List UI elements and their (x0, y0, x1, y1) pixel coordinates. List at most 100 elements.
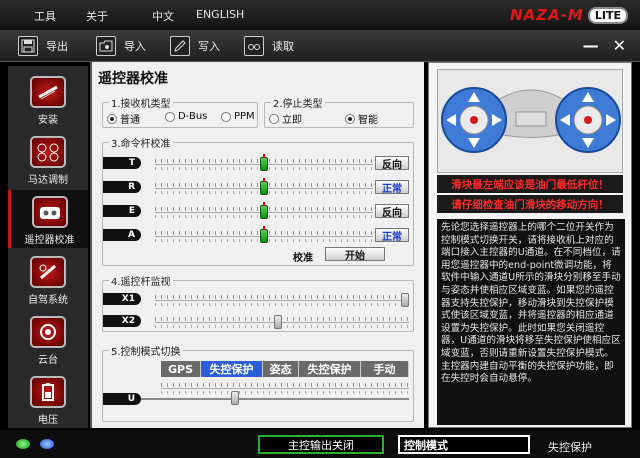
minimize-icon[interactable]: — (583, 36, 599, 55)
pen-icon (170, 36, 190, 56)
start-calibration-button[interactable]: 开始 (325, 247, 385, 262)
write-label: 写入 (198, 40, 220, 53)
rotor-icon (30, 76, 66, 108)
sidebar-item-label: 自驾系统 (28, 295, 68, 306)
gimbal-icon (30, 316, 66, 348)
mode-track (161, 383, 409, 394)
app-logo: NAZA-M LITE (510, 5, 628, 25)
menu-about[interactable]: 关于 (86, 8, 108, 24)
radio-dot (269, 113, 279, 124)
logo-main: NAZA-M (510, 6, 584, 24)
main-panel: 遥控器校准 1.接收机类型 普通 D-Bus PPM 2.停止类型 立即 智能 … (90, 62, 424, 428)
right-stick-icon (555, 87, 621, 153)
receiver-option-normal[interactable]: 普通 (107, 111, 140, 126)
channel-a-slider[interactable] (260, 226, 268, 243)
write-button[interactable]: 写入 (170, 35, 220, 57)
help-panel: 滑块最左端应该是油门最低杆位！ 请仔细检查油门滑块的移动方向！ 先论您选择遥控器… (428, 62, 632, 428)
receiver-type-group: 1.接收机类型 普通 D-Bus PPM (102, 95, 258, 128)
sidebar-item-label: 云台 (38, 355, 58, 366)
sidebar-item-label: 安装 (38, 115, 58, 126)
stop-option-immediate[interactable]: 立即 (269, 111, 302, 126)
stick-monitor-group: 4.遥控杆监视 X1 X2 (102, 273, 414, 332)
sidebar-item-label: 遥控器校准 (24, 235, 75, 246)
receiver-type-label: 1.接收机类型 (109, 95, 173, 110)
mode-segment-manual: 手动 (361, 361, 409, 377)
channel-e-reverse-button[interactable]: 反向 (375, 204, 409, 219)
throttle-warning-1: 滑块最左端应该是油门最低杆位！ (437, 175, 623, 193)
channel-x2-tag: X2 (103, 315, 141, 327)
channel-t-reverse-button[interactable]: 反向 (375, 156, 409, 171)
calibrate-label: 校准 (293, 253, 313, 264)
mode-segment-attitude: 姿态 (263, 361, 299, 377)
channel-x1-slider[interactable] (401, 293, 409, 307)
autopilot-icon (30, 256, 66, 288)
read-label: 读取 (272, 40, 294, 53)
sidebar-item-install[interactable]: 安装 (8, 70, 88, 128)
logo-badge: LITE (587, 6, 628, 24)
mode-segment-failsafe-2: 失控保护 (299, 361, 361, 377)
channel-u-tag: U (103, 393, 141, 405)
receiver-option-ppm[interactable]: PPM (221, 111, 255, 122)
channel-e-slider[interactable] (260, 202, 268, 219)
channel-e-tag: E (103, 205, 141, 217)
glasses-icon (244, 36, 264, 56)
mode-segment-gps: GPS (161, 361, 201, 377)
import-button[interactable]: 导入 (96, 35, 146, 57)
sidebar-item-gimbal[interactable]: 云台 (8, 310, 88, 368)
stick-calibration-label: 3.命令杆校准 (109, 135, 173, 150)
channel-x2-slider[interactable] (274, 315, 282, 329)
sidebar-item-autopilot[interactable]: 自驾系统 (8, 250, 88, 308)
mode-switch-group: 5.控制模式切换 GPS 失控保护 姿态 失控保护 手动 U (102, 343, 414, 422)
status-bar: 主控输出关闭 控制模式 失控保护 (0, 430, 640, 458)
read-button[interactable]: 读取 (244, 35, 294, 57)
window-controls: — ✕ (569, 36, 626, 55)
channel-t-slider[interactable] (260, 154, 268, 171)
menu-chinese[interactable]: 中文 (152, 8, 174, 24)
channel-u-slider[interactable] (231, 391, 240, 405)
motor-icon (30, 136, 66, 168)
stop-option-smart[interactable]: 智能 (345, 111, 378, 126)
radio-dot (165, 111, 175, 122)
sidebar-item-motor[interactable]: 马达调制 (8, 130, 88, 188)
radio-dot (221, 111, 231, 122)
output-status: 主控输出关闭 (258, 435, 384, 454)
status-led-icon (40, 439, 54, 449)
menu-tools[interactable]: 工具 (34, 8, 56, 24)
channel-r-slider[interactable] (260, 178, 268, 195)
connection-led-icon (16, 439, 30, 449)
import-label: 导入 (124, 40, 146, 53)
channel-a-tag: A (103, 229, 141, 241)
left-stick-icon (441, 87, 507, 153)
menu-english[interactable]: ENGLISH (196, 8, 244, 21)
floppy-icon (18, 36, 38, 56)
sidebar-item-voltage[interactable]: 电压 (8, 370, 88, 428)
control-mode-value: 失控保护 (548, 441, 592, 454)
radio-dot (345, 113, 355, 124)
throttle-warning-2: 请仔细检查油门滑块的移动方向！ (437, 195, 623, 213)
transmitter-image (437, 69, 623, 173)
export-button[interactable]: 导出 (18, 35, 68, 57)
remote-icon (31, 196, 68, 228)
receiver-option-dbus[interactable]: D-Bus (165, 111, 207, 122)
close-icon[interactable]: ✕ (613, 36, 626, 55)
stop-type-label: 2.停止类型 (271, 95, 325, 110)
mode-switch-label: 5.控制模式切换 (109, 343, 183, 358)
channel-r-normal-button[interactable]: 正常 (375, 180, 409, 195)
channel-a-normal-button[interactable]: 正常 (375, 228, 409, 243)
toolbar: 导出 导入 写入 读取 — ✕ (0, 30, 640, 62)
mode-segment-failsafe-1: 失控保护 (201, 361, 263, 377)
channel-t-tag: T (103, 157, 141, 169)
mode-segment-bar: GPS 失控保护 姿态 失控保护 手动 (161, 361, 409, 377)
sidebar-item-remote[interactable]: 遥控器校准 (8, 190, 88, 248)
page-title: 遥控器校准 (98, 71, 168, 87)
control-mode-label: 控制模式 (398, 435, 530, 454)
folder-icon (96, 36, 116, 56)
sidebar-item-label: 马达调制 (28, 175, 68, 186)
channel-x2-track (155, 317, 409, 328)
channel-x1-track (155, 295, 409, 306)
stick-monitor-label: 4.遥控杆监视 (109, 273, 173, 288)
stop-type-group: 2.停止类型 立即 智能 (264, 95, 414, 128)
help-description: 先论您选择遥控器上的哪个二位开关作为控制模式切换开关，请将接收机上对应的端口接入… (437, 219, 625, 425)
mode-channel-line (141, 398, 409, 400)
radio-dot (107, 113, 117, 124)
